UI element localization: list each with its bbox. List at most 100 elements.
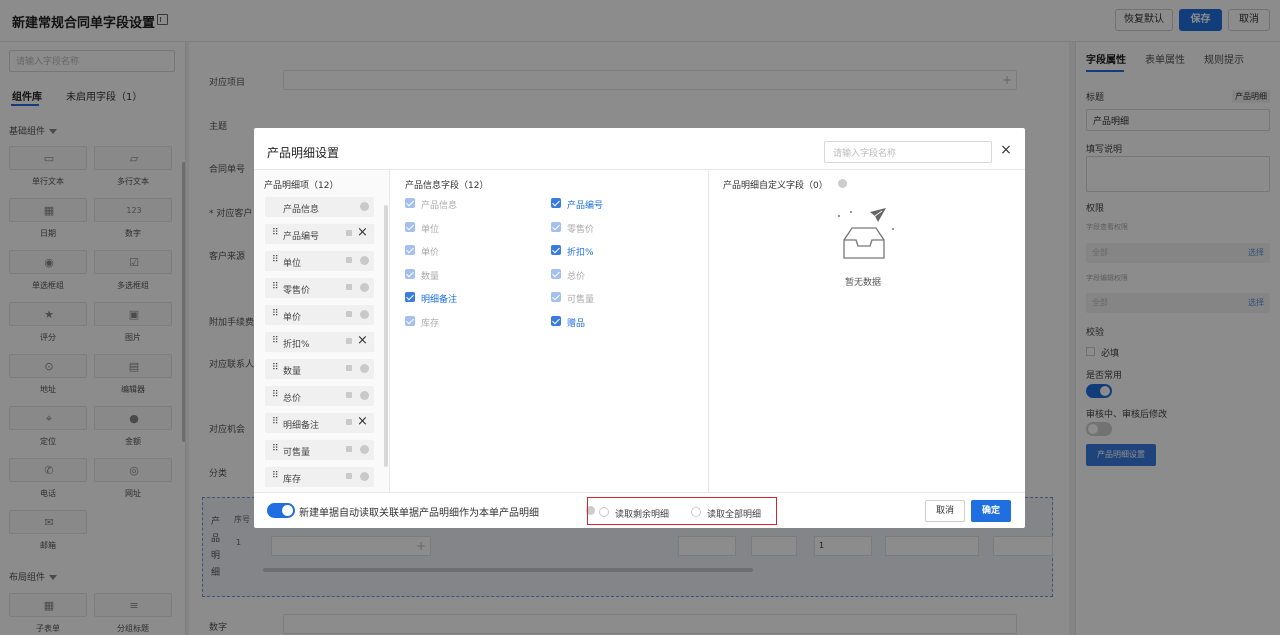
modal-cancel-button[interactable]: 取消 [925,500,965,522]
detail-item-label: 明细备注 [283,421,320,431]
remove-icon[interactable]: × [357,226,368,240]
detail-item-label: 数量 [283,367,302,377]
detail-item-label: 产品编号 [283,232,320,242]
info-field-label: 明细备注 [421,295,458,305]
detail-items-column: 产品明细项（12） 产品信息 ⠿ 产品编号 × ⠿ 单位 ⠿ 零售价 ⠿ 单价 ⠿ 折扣% × ⠿ 数量 ⠿ 总… [254,170,390,492]
detail-item-label: 折扣% [283,340,310,350]
drag-handle-icon[interactable]: ⠿ [272,363,279,373]
info-icon[interactable] [360,202,369,211]
drag-handle-icon[interactable]: ⠿ [272,336,279,346]
lock-icon [346,230,352,236]
info-field-label: 零售价 [567,224,595,235]
detail-item[interactable]: ⠿ 单价 [265,305,374,325]
checkbox-checked-icon [405,268,415,279]
checkbox-checked-icon [405,221,415,232]
checkbox-checked-icon [551,315,561,326]
lock-icon [346,338,352,344]
info-icon[interactable] [360,472,369,481]
drag-handle-icon[interactable]: ⠿ [272,309,279,319]
checkbox-checked-icon [551,245,561,255]
info-fields-header: 产品信息字段（12） [405,181,489,191]
lock-icon [346,365,352,371]
drag-handle-icon[interactable]: ⠿ [272,444,279,454]
info-field-label: 产品编号 [567,201,604,211]
info-field-label: 赠品 [567,318,586,329]
drag-handle-icon[interactable]: ⠿ [272,471,279,481]
info-icon[interactable] [360,391,369,400]
modal-title: 产品明细设置 [267,146,340,160]
checkbox-checked-icon [405,292,415,302]
lock-icon [346,257,352,263]
detail-items-header: 产品明细项（12） [264,181,339,191]
checkbox-checked-icon [551,292,561,302]
detail-item-label: 单位 [283,259,302,269]
lock-icon [346,392,352,398]
empty-box-icon [838,208,894,259]
detail-item[interactable]: ⠿ 总价 [265,386,374,406]
info-field-label: 数量 [421,271,440,282]
info-icon[interactable] [360,283,369,292]
detail-item[interactable]: ⠿ 零售价 [265,278,374,298]
info-icon[interactable] [360,310,369,319]
drag-handle-icon[interactable]: ⠿ [272,417,279,427]
auto-read-text: 新建单据自动读取关联单据产品明细作为本单产品明细 [299,508,539,519]
checkbox-checked-icon [551,198,561,208]
info-icon[interactable] [360,445,369,454]
custom-fields-column: 产品明细自定义字段（0） 暂无数据 [710,170,1025,492]
remove-icon[interactable]: × [357,334,368,348]
info-icon[interactable] [360,364,369,373]
drag-handle-icon[interactable]: ⠿ [272,228,279,238]
info-icon[interactable] [360,256,369,265]
detail-item-label: 产品信息 [283,205,320,215]
modal-search-input[interactable]: 请输入字段名称 [824,141,992,163]
radio-read-remaining-label: 读取剩余明细 [615,510,670,520]
items-scrollbar[interactable] [384,205,388,467]
radio-circle [599,507,609,517]
detail-item[interactable]: ⠿ 单位 [265,251,374,271]
detail-item-label: 单价 [283,313,302,323]
lock-icon [346,419,352,425]
info-icon[interactable] [838,179,847,188]
checkbox-checked-icon [551,268,561,279]
radio-circle [691,507,701,517]
detail-item[interactable]: ⠿ 库存 [265,467,374,487]
checkbox-checked-icon [405,198,415,208]
auto-read-toggle[interactable] [267,503,295,518]
modal-footer-divider [254,492,1025,493]
remove-icon[interactable]: × [357,415,368,429]
detail-item[interactable]: 产品信息 [265,197,374,217]
checkbox-checked-icon [405,245,415,255]
info-field-label: 单位 [421,224,440,235]
info-field-label: 产品信息 [421,201,458,211]
lock-icon [346,311,352,317]
toggle-knob [282,505,293,516]
radio-read-all-label: 读取全部明细 [707,510,762,520]
info-field-label: 单价 [421,248,440,258]
drag-handle-icon[interactable]: ⠿ [272,255,279,265]
info-field-label: 可售量 [567,295,595,305]
info-field-label: 总价 [567,271,586,282]
product-detail-settings-modal: 产品明细设置 请输入字段名称 × 产品明细项（12） 产品信息 ⠿ 产品编号 × ⠿ 单位… [254,128,1025,528]
checkbox-checked-icon [405,315,415,326]
drag-handle-icon[interactable]: ⠿ [272,282,279,292]
detail-item[interactable]: ⠿ 明细备注 × [265,413,374,433]
custom-fields-header: 产品明细自定义字段（0） [723,181,828,191]
detail-item-label: 总价 [283,394,302,404]
product-info-fields-column: 产品信息字段（12） 产品信息 产品编号单位 零售价单价 折扣% 数量 总价明细备注 可售量… [391,170,709,492]
checkbox-checked-icon [551,221,561,232]
detail-item-label: 可售量 [283,448,311,458]
info-field-label: 折扣% [567,248,594,258]
info-field-label: 库存 [421,318,440,329]
detail-item-label: 库存 [283,475,302,485]
detail-item[interactable]: ⠿ 数量 [265,359,374,379]
drag-handle-icon[interactable]: ⠿ [272,390,279,400]
empty-state-text: 暂无数据 [845,278,882,288]
lock-icon [346,473,352,479]
detail-item[interactable]: ⠿ 产品编号 × [265,224,374,244]
detail-item[interactable]: ⠿ 折扣% × [265,332,374,352]
modal-confirm-button[interactable]: 确定 [971,500,1011,522]
lock-icon [346,446,352,452]
detail-item[interactable]: ⠿ 可售量 [265,440,374,460]
close-icon[interactable]: × [999,143,1013,157]
detail-item-label: 零售价 [283,286,311,296]
